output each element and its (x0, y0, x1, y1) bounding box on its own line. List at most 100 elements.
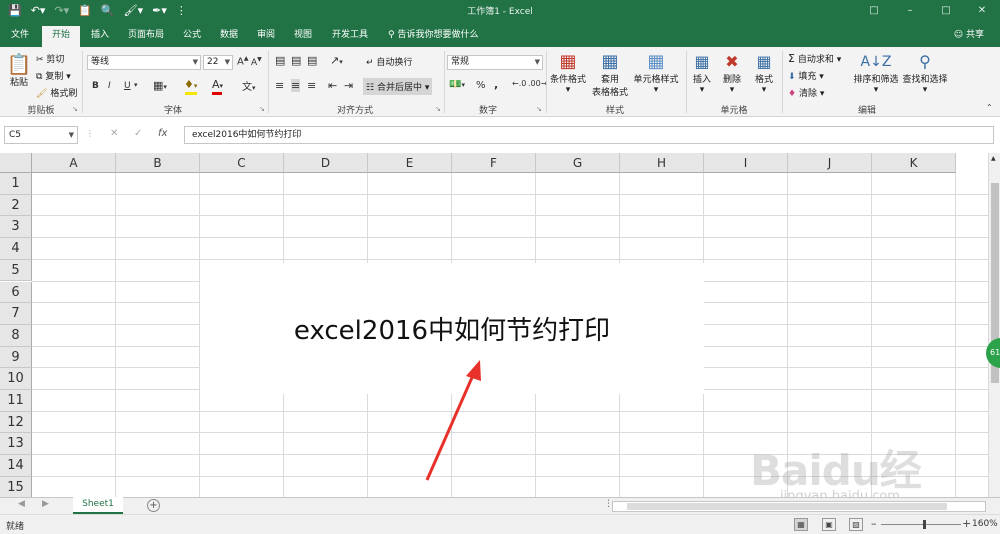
percent-button[interactable]: % (476, 80, 486, 91)
tab-file[interactable]: 文件 (0, 26, 40, 47)
row-header-15[interactable]: 15 (0, 476, 32, 497)
font-color-icon[interactable]: A▾ (212, 78, 223, 91)
vertical-scrollbar[interactable]: ▲ (988, 153, 1000, 497)
cut-button[interactable]: ✂ 剪切 (36, 52, 64, 65)
font-name-combo[interactable]: 等线 ▼ (87, 55, 201, 70)
zoom-slider[interactable] (881, 524, 961, 525)
row-header-8[interactable]: 8 (0, 324, 32, 347)
collapse-ribbon-icon[interactable]: ⌃ (986, 103, 993, 112)
row-header-5[interactable]: 5 (0, 259, 32, 282)
align-center-icon[interactable]: ≡ (291, 79, 301, 92)
row-header-3[interactable]: 3 (0, 216, 32, 239)
cancel-formula-icon[interactable]: ✕ (110, 128, 118, 139)
merged-cell-c5[interactable]: excel2016中如何节约打印 (200, 263, 704, 394)
row-header-10[interactable]: 10 (0, 368, 32, 390)
align-top-icon[interactable]: ▤ (275, 54, 285, 67)
zoom-level[interactable]: 160% (972, 519, 998, 529)
page-break-view-icon[interactable]: ▧ (849, 518, 863, 531)
row-header-7[interactable]: 7 (0, 303, 32, 325)
tab-view[interactable]: 视图 (286, 26, 320, 47)
alignment-launcher-icon[interactable]: ↘ (435, 105, 441, 113)
row-header-9[interactable]: 9 (0, 346, 32, 369)
column-header-e[interactable]: E (368, 153, 452, 173)
bold-button[interactable]: B (92, 81, 99, 91)
paste-button[interactable]: 📋 粘贴 (6, 53, 32, 88)
column-header-d[interactable]: D (284, 153, 368, 173)
prev-sheet-icon[interactable]: ◀ (18, 499, 25, 509)
add-sheet-button[interactable]: + (147, 499, 160, 512)
merge-center-button[interactable]: ☷ 合并后居中 ▾ (363, 78, 433, 95)
column-header-j[interactable]: J (788, 153, 872, 173)
horizontal-scrollbar[interactable] (612, 501, 986, 512)
tab-developer[interactable]: 开发工具 (324, 26, 376, 47)
column-header-h[interactable]: H (620, 153, 704, 173)
format-cells-button[interactable]: ▦ 格式 ▾ (752, 52, 776, 95)
tab-insert[interactable]: 插入 (82, 26, 118, 47)
column-header-i[interactable]: I (704, 153, 788, 173)
conditional-formatting-button[interactable]: ▦ 条件格式 ▾ (549, 52, 587, 96)
find-select-button[interactable]: ⚲ 查找和选择 ▾ (902, 52, 948, 95)
next-sheet-icon[interactable]: ▶ (42, 499, 49, 509)
tab-review[interactable]: 审阅 (250, 26, 282, 47)
copy-button[interactable]: ⧉ 复制 ▾ (36, 69, 71, 82)
select-all-corner[interactable] (0, 153, 32, 173)
clear-button[interactable]: ♦ 清除 ▾ (788, 86, 824, 99)
decrease-indent-icon[interactable]: ⇤ (328, 79, 337, 92)
chevron-down-icon[interactable]: ▾ (134, 81, 138, 89)
name-box[interactable]: C5 ▼ (4, 126, 78, 144)
decrease-decimal-icon[interactable]: .00→ (528, 79, 547, 88)
tab-data[interactable]: 数据 (212, 26, 246, 47)
column-header-g[interactable]: G (536, 153, 620, 173)
normal-view-icon[interactable]: ▦ (794, 518, 808, 531)
format-as-table-button[interactable]: ▦ 套用 表格格式 (588, 52, 632, 99)
column-header-c[interactable]: C (200, 153, 284, 173)
increase-decimal-icon[interactable]: ←.0 (512, 79, 526, 88)
align-right-icon[interactable]: ≡ (307, 79, 316, 92)
column-header-k[interactable]: K (872, 153, 956, 173)
clipboard-launcher-icon[interactable]: ↘ (72, 105, 78, 113)
sheet-tab-sheet1[interactable]: Sheet1 (73, 497, 123, 514)
font-size-combo[interactable]: 22 ▼ (203, 55, 233, 70)
orientation-icon[interactable]: ↗▾ (330, 54, 343, 67)
row-header-6[interactable]: 6 (0, 281, 32, 304)
column-header-a[interactable]: A (32, 153, 116, 173)
align-bottom-icon[interactable]: ▤ (307, 54, 317, 67)
row-header-13[interactable]: 13 (0, 433, 32, 456)
grow-font-icon[interactable]: A▲ (237, 55, 248, 67)
restore-icon[interactable]: □ (928, 0, 964, 22)
underline-button[interactable]: U (124, 81, 131, 91)
increase-indent-icon[interactable]: ⇥ (344, 79, 353, 92)
row-header-4[interactable]: 4 (0, 238, 32, 260)
align-middle-icon[interactable]: ▤ (291, 54, 301, 67)
number-launcher-icon[interactable]: ↘ (536, 105, 542, 113)
sort-filter-button[interactable]: A↓Z 排序和筛选 ▾ (852, 52, 900, 95)
zoom-slider-knob[interactable] (923, 520, 926, 529)
comma-button[interactable]: , (494, 78, 498, 91)
tab-formulas[interactable]: 公式 (176, 26, 208, 47)
close-icon[interactable]: ✕ (964, 0, 1000, 22)
ribbon-display-icon[interactable]: □ (856, 0, 892, 22)
column-header-b[interactable]: B (116, 153, 200, 173)
autosum-button[interactable]: Σ 自动求和 ▾ (788, 52, 841, 65)
align-left-icon[interactable]: ≡ (275, 79, 284, 92)
minimize-icon[interactable]: – (892, 0, 928, 22)
tab-page-layout[interactable]: 页面布局 (120, 26, 172, 47)
currency-icon[interactable]: 💵▾ (449, 79, 465, 90)
font-launcher-icon[interactable]: ↘ (259, 105, 265, 113)
row-header-2[interactable]: 2 (0, 194, 32, 217)
formula-input[interactable]: excel2016中如何节约打印 (184, 126, 994, 144)
horizontal-scroll-thumb[interactable] (627, 503, 947, 510)
row-header-1[interactable]: 1 (0, 173, 32, 195)
formula-options-icon[interactable]: ⋮ (86, 129, 94, 138)
row-header-12[interactable]: 12 (0, 411, 32, 434)
scroll-up-icon[interactable]: ▲ (991, 155, 996, 162)
borders-icon[interactable]: ▦▾ (153, 79, 167, 92)
format-painter-button[interactable]: 🖌 格式刷 (36, 86, 77, 99)
fill-button[interactable]: ⬇ 填充 ▾ (788, 69, 824, 82)
cell-styles-button[interactable]: ▦ 单元格样式 ▾ (632, 52, 680, 96)
wrap-text-button[interactable]: ↵ 自动换行 (366, 55, 412, 68)
share-button[interactable]: ☺ 共享 (954, 26, 984, 45)
fill-color-icon[interactable]: ♦▾ (184, 78, 197, 91)
zoom-out-icon[interactable]: – (871, 517, 877, 530)
insert-function-button[interactable]: fx (158, 128, 167, 139)
